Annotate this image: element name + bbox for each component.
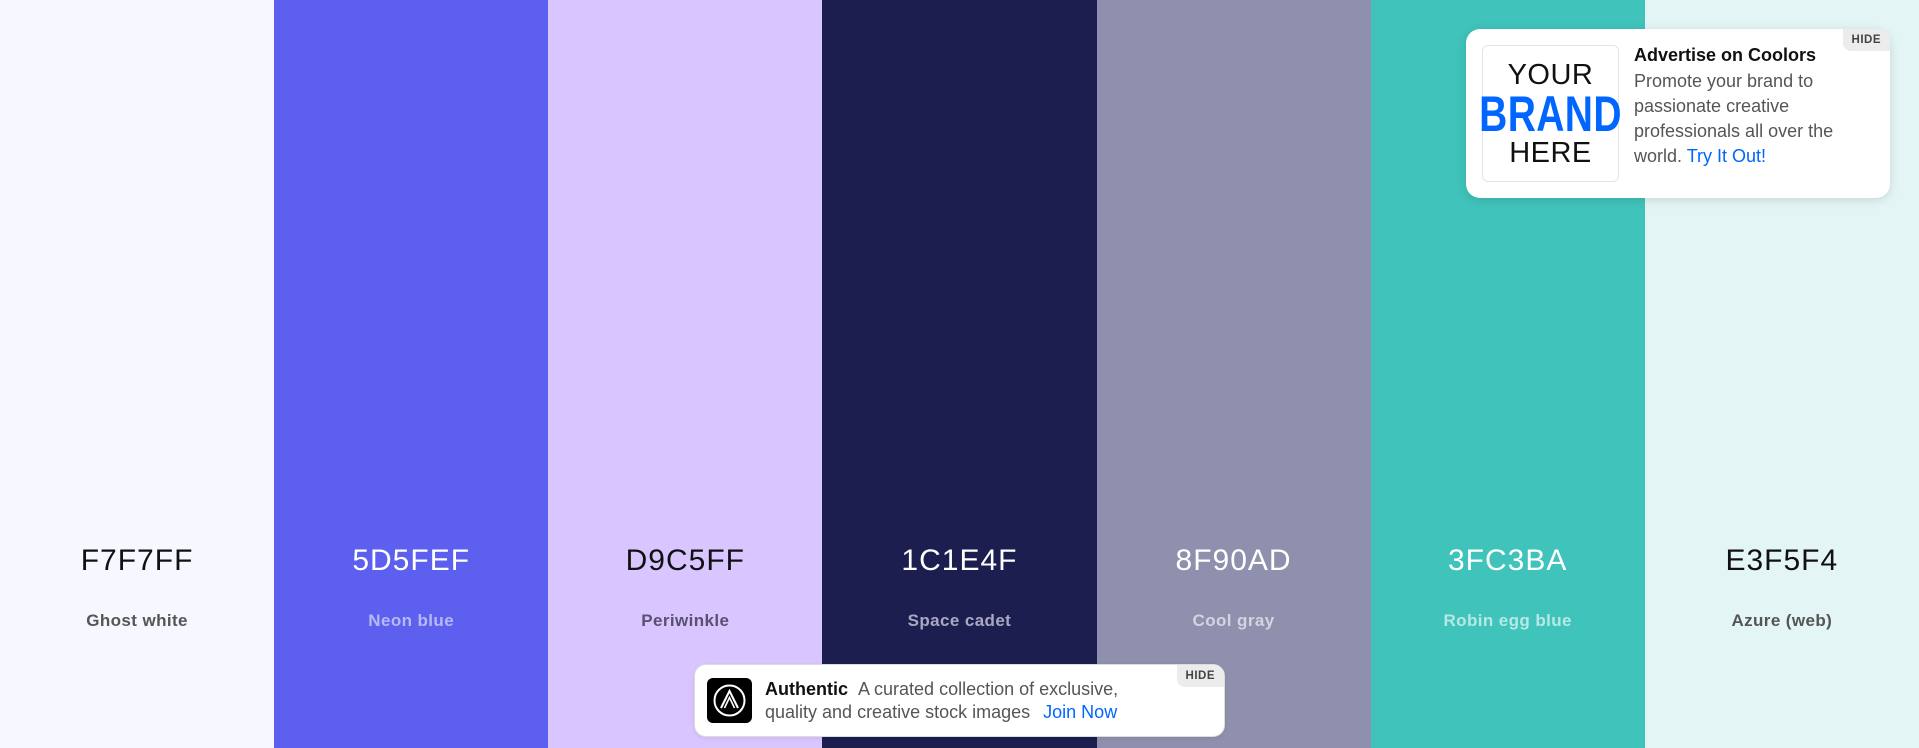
- color-swatch[interactable]: 8F90AD Cool gray: [1096, 0, 1371, 748]
- color-hex-code[interactable]: D9C5FF: [548, 544, 822, 578]
- authentic-a-icon: [713, 684, 746, 717]
- color-hex-code[interactable]: 5D5FEF: [274, 544, 548, 578]
- ad-title[interactable]: Advertise on Coolors: [1634, 45, 1816, 66]
- color-swatch[interactable]: 5D5FEF Neon blue: [274, 0, 549, 748]
- authentic-logo-icon[interactable]: [707, 678, 752, 723]
- color-name: Robin egg blue: [1443, 611, 1572, 630]
- color-name: Space cadet: [907, 611, 1012, 630]
- join-now-link[interactable]: Join Now: [1043, 702, 1117, 722]
- advertise-card[interactable]: YOUR BRAND HERE Advertise on Coolors Pro…: [1466, 29, 1890, 198]
- color-name: Ghost white: [86, 611, 188, 630]
- your-brand-here-logo[interactable]: YOUR BRAND HERE: [1479, 45, 1622, 182]
- hide-bottom-ad-button[interactable]: HIDE: [1176, 665, 1224, 687]
- authentic-ad-banner[interactable]: Authentic A curated collection of exclus…: [694, 664, 1225, 737]
- color-hex-code[interactable]: 8F90AD: [1097, 544, 1371, 578]
- color-swatch[interactable]: F7F7FF Ghost white: [0, 0, 275, 748]
- color-name: Periwinkle: [641, 611, 730, 630]
- color-hex-code[interactable]: 1C1E4F: [822, 544, 1096, 578]
- hide-ad-button[interactable]: HIDE: [1842, 29, 1890, 51]
- color-swatch[interactable]: D9C5FF Periwinkle: [548, 0, 823, 748]
- color-hex-code[interactable]: 3FC3BA: [1371, 544, 1645, 578]
- try-it-out-link[interactable]: Try It Out!: [1687, 146, 1766, 166]
- logo-line-brand: BRAND: [1479, 85, 1622, 142]
- authentic-ad-text: Authentic A curated collection of exclus…: [765, 678, 1155, 724]
- color-name: Neon blue: [368, 611, 455, 630]
- color-name: Cool gray: [1192, 611, 1275, 630]
- color-hex-code[interactable]: F7F7FF: [0, 544, 274, 578]
- color-name: Azure (web): [1731, 611, 1833, 630]
- ad-description: Promote your brand to passionate creativ…: [1634, 69, 1874, 169]
- color-swatch[interactable]: 1C1E4F Space cadet: [822, 0, 1097, 748]
- authentic-brand: Authentic: [765, 679, 848, 699]
- color-hex-code[interactable]: E3F5F4: [1645, 544, 1919, 578]
